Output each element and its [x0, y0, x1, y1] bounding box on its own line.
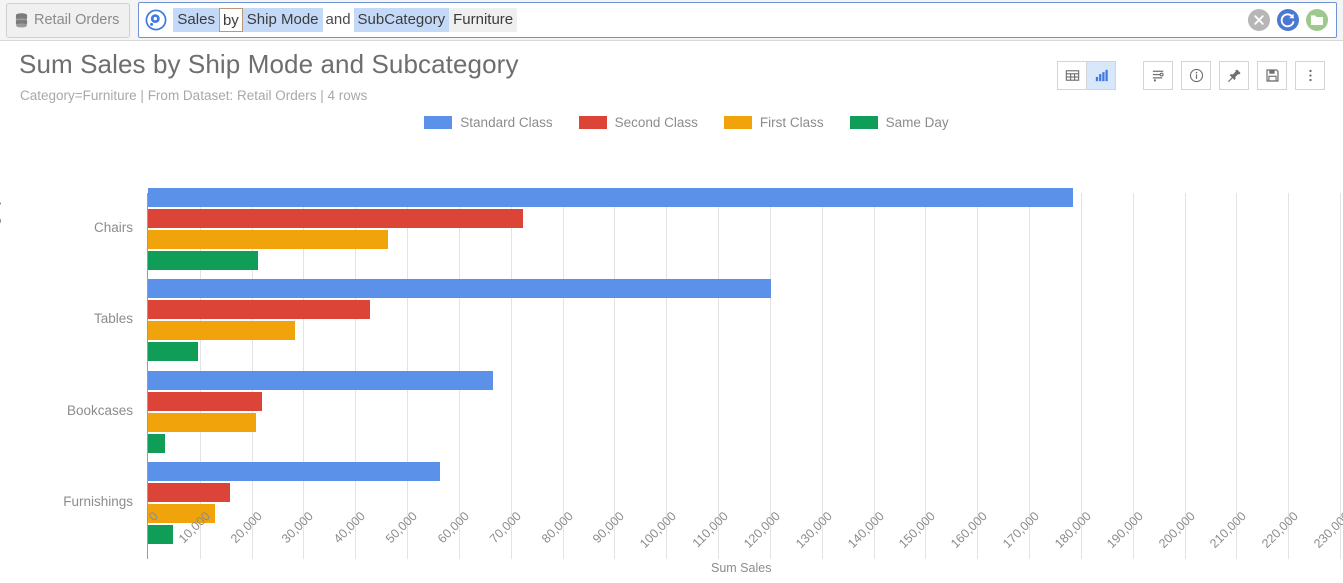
- page-title: Sum Sales by Ship Mode and Subcategory: [19, 49, 519, 79]
- chart-area: SubCategory Chairs Tables Bookcases Furnish…: [0, 137, 1343, 583]
- search-bar[interactable]: Sales by Ship Mode and SubCategory Furni…: [138, 2, 1337, 38]
- legend-label: Standard Class: [460, 114, 553, 130]
- page-subtitle: Category=Furniture | From Dataset: Retai…: [20, 88, 368, 103]
- dataset-chip-label: Retail Orders: [34, 12, 120, 28]
- more-options-button[interactable]: [1295, 61, 1325, 90]
- database-icon: [15, 12, 28, 28]
- info-button[interactable]: [1181, 61, 1211, 90]
- search-token-and[interactable]: and: [323, 8, 354, 32]
- refresh-search-button[interactable]: [1277, 9, 1299, 31]
- bar[interactable]: [148, 229, 389, 249]
- bar[interactable]: [148, 250, 259, 270]
- search-token-by[interactable]: by: [218, 8, 243, 32]
- view-toggle-group: [1057, 61, 1116, 90]
- bar-group: [148, 370, 1339, 453]
- chart-config-button[interactable]: [1143, 61, 1173, 90]
- bar[interactable]: [148, 342, 199, 362]
- plot-region: Chairs Tables Bookcases Furnishings: [63, 187, 1341, 559]
- legend-swatch-icon: [723, 115, 752, 129]
- pin-icon: [1227, 69, 1241, 82]
- search-token-shipmode[interactable]: Ship Mode: [242, 8, 323, 32]
- bar[interactable]: [148, 412, 256, 432]
- chart-view-button[interactable]: [1086, 61, 1116, 90]
- chart-legend: Standard Class Second Class First Class Sam…: [0, 109, 1343, 135]
- legend-label: Second Class: [614, 114, 698, 130]
- gridline: [1340, 193, 1341, 559]
- panel-header: Sum Sales by Ship Mode and Subcategory C…: [0, 41, 1343, 109]
- legend-label: Same Day: [885, 114, 949, 130]
- table-view-button[interactable]: [1057, 61, 1087, 90]
- dataset-chip[interactable]: Retail Orders: [6, 2, 131, 38]
- search-token-row[interactable]: Sales by Ship Mode and SubCategory Furni…: [173, 3, 1248, 37]
- search-token-furniture[interactable]: Furniture: [449, 8, 518, 32]
- y-axis-tick-label: Chairs: [93, 219, 133, 235]
- bar[interactable]: [148, 321, 296, 341]
- refresh-icon: [1280, 13, 1295, 28]
- search-actions: [1248, 9, 1332, 31]
- save-button[interactable]: [1257, 61, 1287, 90]
- legend-swatch-icon: [849, 115, 878, 129]
- top-bar: Retail Orders Sales by Ship Mode and Sub…: [0, 0, 1343, 41]
- legend-label: First Class: [759, 114, 824, 130]
- bar[interactable]: [148, 300, 371, 320]
- bar-chart-icon: [1095, 69, 1108, 82]
- legend-swatch-icon: [424, 115, 453, 129]
- bar[interactable]: [148, 279, 772, 299]
- bar-group: [148, 187, 1339, 270]
- y-axis-tick-label: Furnishings: [63, 494, 133, 510]
- bar[interactable]: [148, 187, 1074, 207]
- visualization-toolbar: [1057, 61, 1325, 90]
- chart-settings-icon: [1152, 70, 1164, 82]
- pin-button[interactable]: [1219, 61, 1249, 90]
- legend-item[interactable]: Same Day: [849, 114, 949, 130]
- bar-group: [148, 462, 1339, 545]
- x-axis-title: Sum Sales: [711, 561, 772, 575]
- y-axis-title: SubCategory: [0, 198, 1, 277]
- kebab-menu-icon: [1308, 69, 1312, 82]
- thoughtspot-logo-icon: [145, 9, 167, 31]
- bar[interactable]: [148, 433, 165, 453]
- search-token-measure[interactable]: Sales: [173, 8, 219, 32]
- open-folder-button[interactable]: [1306, 9, 1328, 31]
- legend-item[interactable]: First Class: [723, 114, 824, 130]
- folder-icon: [1311, 15, 1323, 25]
- clear-search-button[interactable]: [1248, 9, 1270, 31]
- bar-group: [148, 279, 1339, 362]
- bar[interactable]: [148, 208, 523, 228]
- y-axis-tick-label: Tables: [93, 311, 133, 327]
- bar[interactable]: [148, 462, 441, 482]
- close-icon: [1254, 15, 1264, 25]
- legend-swatch-icon: [578, 115, 607, 129]
- bar[interactable]: [148, 391, 263, 411]
- y-axis-tick-label: Bookcases: [66, 402, 133, 418]
- legend-item[interactable]: Standard Class: [424, 114, 553, 130]
- visualization-panel: Sum Sales by Ship Mode and Subcategory C…: [0, 41, 1343, 583]
- table-icon: [1065, 70, 1079, 81]
- bar[interactable]: [148, 370, 493, 390]
- save-icon: [1265, 69, 1279, 82]
- bar[interactable]: [148, 483, 231, 503]
- search-token-subcategory[interactable]: SubCategory: [353, 8, 450, 32]
- info-icon: [1189, 68, 1203, 83]
- legend-item[interactable]: Second Class: [578, 114, 698, 130]
